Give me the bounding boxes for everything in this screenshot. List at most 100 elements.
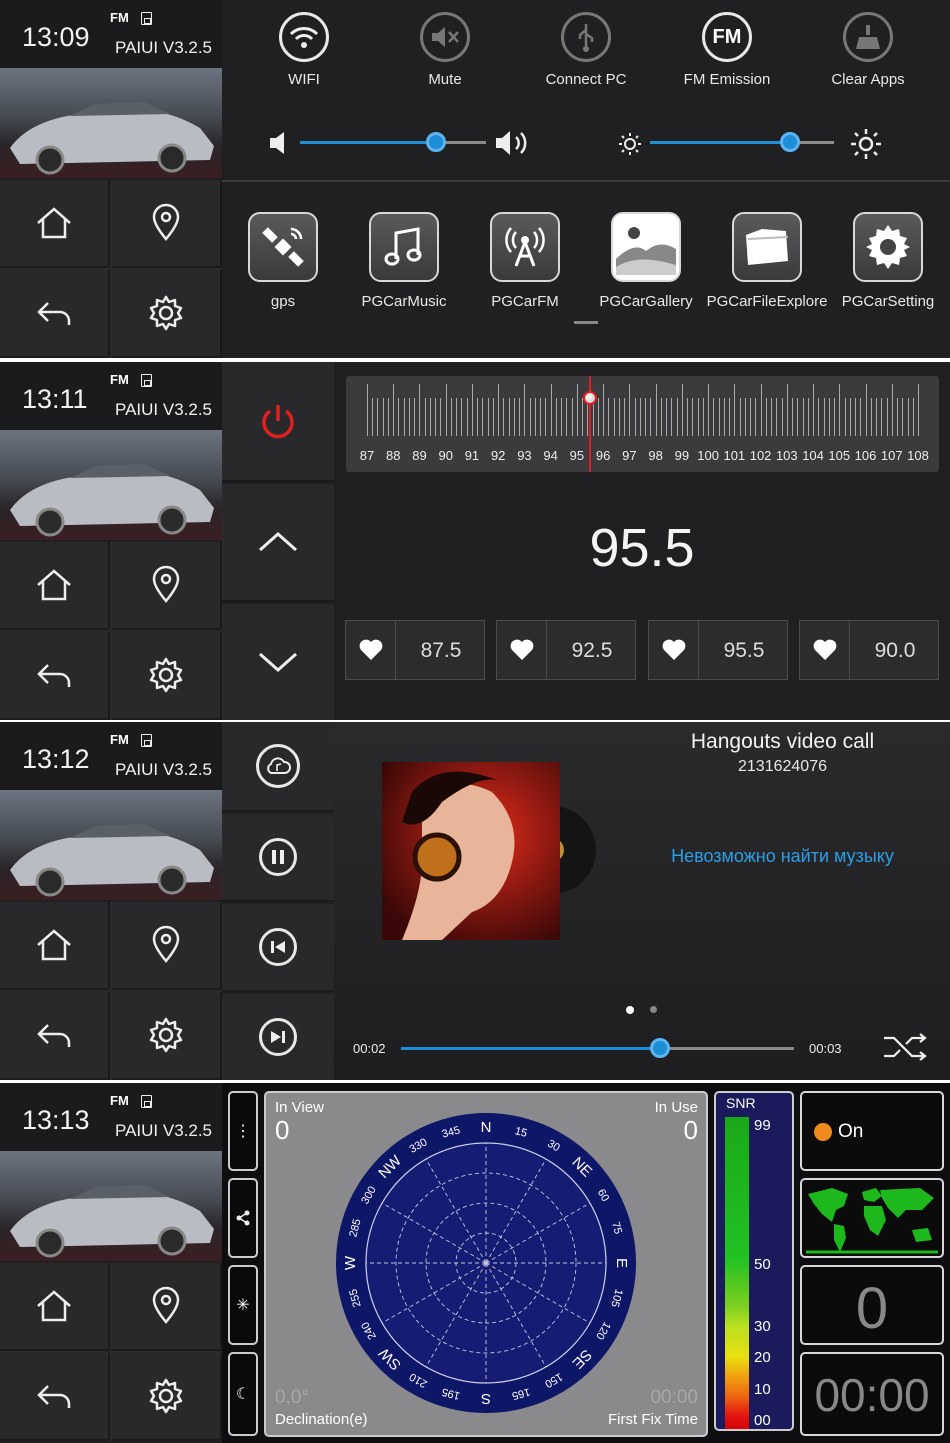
status-bar: 13:13 FM PAIUI V3.2.5 [0, 1083, 222, 1151]
camera-preview[interactable] [0, 1151, 222, 1261]
night-mode-button[interactable]: ☾ [228, 1352, 258, 1436]
camera-preview[interactable] [0, 790, 222, 900]
clear-apps-toggle[interactable]: Clear Apps [808, 12, 928, 88]
volume-slider-knob[interactable] [425, 132, 446, 152]
cloud-music-button[interactable] [222, 722, 334, 812]
home-button[interactable] [0, 542, 110, 630]
more-button[interactable]: ⋮ [228, 1091, 258, 1171]
seek-up-button[interactable] [222, 484, 334, 602]
scale-tick [645, 398, 647, 436]
scale-tick [687, 398, 689, 436]
navigation-button[interactable] [112, 180, 222, 268]
navigation-button[interactable] [112, 902, 222, 990]
volume-slider[interactable] [300, 132, 486, 152]
scale-tick [597, 398, 599, 436]
seek-down-button[interactable] [222, 604, 334, 720]
home-button[interactable] [0, 180, 110, 268]
settings-button[interactable] [112, 270, 222, 358]
back-button[interactable] [0, 632, 110, 720]
shuffle-icon[interactable] [882, 1032, 928, 1062]
version-label: PAIUI V3.2.5 [115, 400, 213, 419]
clock: 13:09 [22, 22, 90, 52]
previous-button[interactable] [222, 904, 334, 992]
nav-grid [0, 180, 222, 358]
gps-on-tile[interactable]: On [800, 1091, 944, 1171]
app-pgcarfm[interactable]: PGCarFM [463, 212, 587, 310]
compass-label: N [481, 1119, 492, 1136]
scale-label: 95 [569, 448, 585, 463]
version-label: PAIUI V3.2.5 [115, 1121, 213, 1140]
chevron-up-icon [259, 531, 297, 552]
share-button[interactable] [228, 1178, 258, 1258]
scale-tick [860, 398, 862, 436]
brightness-slider[interactable] [650, 132, 834, 152]
preset-3[interactable]: 95.5 [648, 620, 788, 680]
back-button[interactable] [0, 992, 110, 1080]
settings-gear-icon [149, 1378, 183, 1414]
scale-tick [482, 398, 484, 436]
scale-label: 91 [464, 448, 480, 463]
heart-icon[interactable] [497, 621, 547, 679]
connect-pc-toggle[interactable]: Connect PC [526, 12, 646, 88]
brightness-slider-knob[interactable] [779, 132, 800, 152]
home-button[interactable] [0, 1263, 110, 1351]
settings-button[interactable] [112, 632, 222, 720]
track-title: Hangouts video call [690, 730, 875, 753]
tuning-knob[interactable] [583, 391, 598, 405]
compass-label: E [613, 1258, 630, 1268]
navigation-button[interactable] [112, 542, 222, 630]
camera-preview[interactable] [0, 430, 222, 540]
frequency-scale[interactable]: 87 88 89 90 91 92 93 94 95 96 97 98 99 100 101 102 103 10… [346, 376, 939, 472]
playback-progress[interactable] [401, 1038, 794, 1058]
clear-apps-label: Clear Apps [831, 71, 905, 88]
home-button[interactable] [0, 902, 110, 990]
settings-button[interactable] [112, 1353, 222, 1441]
power-button[interactable] [222, 362, 334, 482]
scale-tick [419, 384, 421, 436]
camera-preview[interactable] [0, 68, 222, 178]
scale-tick [424, 398, 426, 436]
preset-4[interactable]: 90.0 [799, 620, 939, 680]
scale-tick [387, 398, 389, 436]
wifi-toggle[interactable]: WIFI [244, 12, 364, 88]
scale-label: 105 [828, 448, 851, 463]
next-button[interactable] [222, 994, 334, 1080]
world-map-tile[interactable] [800, 1178, 944, 1258]
app-pgcarfileexplore[interactable]: PGCarFileExplore [705, 212, 829, 310]
scale-tick [876, 398, 878, 436]
music-note-icon [369, 212, 439, 282]
scale-tick [477, 398, 479, 436]
fm-emission-toggle[interactable]: FM FM Emission [667, 12, 787, 88]
scale-tick [414, 398, 416, 436]
fm-indicator: FM [110, 732, 129, 747]
sd-card-icon [141, 1095, 152, 1108]
navigation-button[interactable] [112, 1263, 222, 1351]
app-pgcarsetting[interactable]: PGCarSetting [826, 212, 950, 310]
heart-icon[interactable] [800, 621, 850, 679]
brightness-mode-button[interactable]: ✳ [228, 1265, 258, 1345]
scale-tick [912, 398, 914, 436]
scale-tick [865, 384, 867, 436]
moon-icon: ☾ [235, 1386, 251, 1403]
page-dot[interactable] [650, 1006, 657, 1013]
app-pgcargallery[interactable]: PGCarGallery [584, 212, 708, 310]
app-pgcarmusic[interactable]: PGCarMusic [342, 212, 466, 310]
snr-bar [725, 1117, 749, 1429]
usb-icon [561, 12, 611, 62]
heart-icon[interactable] [649, 621, 699, 679]
scale-tick [582, 398, 584, 436]
scale-tick [881, 398, 883, 436]
heart-icon[interactable] [346, 621, 396, 679]
pause-button[interactable] [222, 814, 334, 902]
scale-tick [907, 398, 909, 436]
preset-2[interactable]: 92.5 [496, 620, 636, 680]
preset-1[interactable]: 87.5 [345, 620, 485, 680]
back-button[interactable] [0, 270, 110, 358]
mute-toggle[interactable]: Mute [385, 12, 505, 88]
page-dot-active[interactable] [626, 1006, 634, 1014]
back-button[interactable] [0, 1353, 110, 1441]
settings-button[interactable] [112, 992, 222, 1080]
declination-label: Declination(e) [275, 1411, 368, 1428]
app-gps[interactable]: gps [221, 212, 345, 310]
left-column: 13:12 FM PAIUI V3.2.5 [0, 722, 222, 1080]
